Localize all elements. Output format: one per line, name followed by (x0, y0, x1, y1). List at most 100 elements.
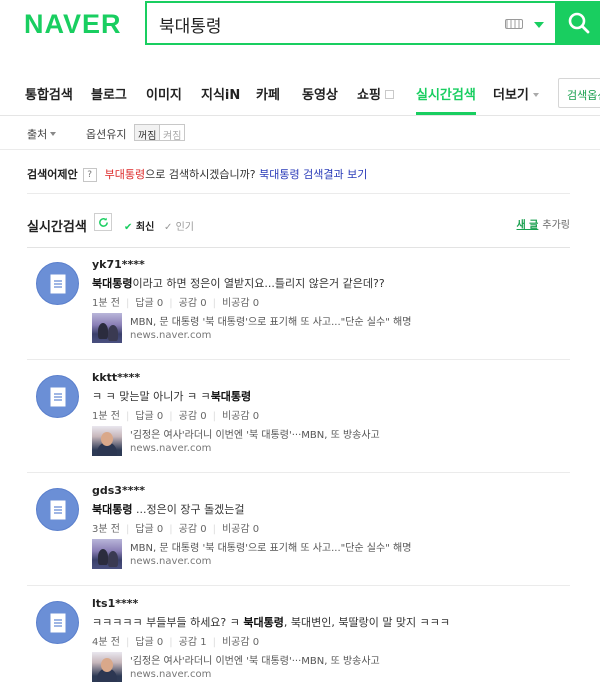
realtime-title: 실시간검색 (27, 220, 87, 235)
reply-count[interactable]: 답글 0 (135, 411, 163, 422)
post-text: 북대통령이라고 하면 정은이 열받지요...틀리지 않은거 같은데?? (92, 275, 385, 291)
tab-more-label: 더보기 (493, 88, 529, 103)
search-button[interactable] (557, 1, 600, 45)
divider (27, 472, 570, 473)
search-box[interactable] (145, 1, 557, 45)
post-text: ㅋ ㅋ 맞는말 아니가 ㅋ ㅋ북대통령 (92, 388, 251, 404)
keep-options-label: 옵션유지 (86, 128, 127, 141)
post-user[interactable]: lts1**** (92, 597, 138, 610)
hide-link[interactable]: 추가링 (542, 220, 570, 231)
avatar[interactable] (36, 375, 79, 418)
sort-latest-label: 최신 (135, 222, 155, 233)
tab-images[interactable]: 이미지 (146, 84, 182, 103)
news-thumbnail[interactable] (92, 313, 122, 343)
chevron-down-icon (50, 132, 57, 136)
news-thumbnail[interactable] (92, 652, 122, 682)
dislike-count[interactable]: 비공감 0 (222, 524, 259, 535)
tab-shopping[interactable]: 쇼핑 (357, 84, 394, 103)
news-source[interactable]: news.naver.com (130, 330, 211, 341)
tab-video[interactable]: 동영상 (302, 84, 338, 103)
news-source[interactable]: news.naver.com (130, 669, 211, 680)
post-time: 3분 전 (92, 524, 120, 535)
tab-kin[interactable]: 지식iN (201, 84, 240, 103)
post-text-rest: ...정은이 장구 돌겠는걸 (132, 503, 245, 516)
source-filter[interactable]: 출처 (27, 126, 57, 142)
sort-popular-label: 인기 (175, 222, 194, 233)
help-icon[interactable]: ? (82, 168, 97, 182)
post-text: ㅋㅋㅋㅋㅋ 부들부들 하세요? ㅋ 북대통령, 북대변인, 북딸랑이 말 맞지 … (92, 614, 450, 630)
keep-options-on-toggle[interactable]: 켜짐 (160, 124, 186, 142)
tab-more[interactable]: 더보기 (493, 84, 539, 103)
suggestion-label: 검색어제안 (27, 168, 78, 181)
news-source[interactable]: news.naver.com (130, 443, 211, 454)
reply-count[interactable]: 답글 0 (135, 524, 163, 535)
options-bar: 출처 옵션유지 꺼짐 켜짐 (0, 116, 600, 150)
check-icon: ✓ (164, 222, 173, 233)
active-tab-indicator (416, 112, 476, 115)
like-count[interactable]: 공감 0 (179, 298, 207, 309)
tab-all[interactable]: 통합검색 (25, 84, 73, 103)
sort-latest[interactable]: ✔ 최신 (124, 218, 154, 233)
post-time: 4분 전 (92, 637, 120, 648)
meta-divider: | (169, 637, 173, 648)
original-results-link[interactable]: 검색결과 보기 (303, 168, 367, 181)
search-input[interactable] (159, 9, 499, 39)
suggested-term-link[interactable]: 부대통령 (105, 168, 145, 181)
search-options-button[interactable]: 검색옵션 (558, 78, 600, 108)
sort-popular[interactable]: ✓ 인기 (164, 218, 194, 233)
news-title[interactable]: MBN, 문 대통령 '북 대통령'으로 표기해 또 사고..."단순 실수" … (130, 539, 411, 554)
meta-divider: | (169, 524, 173, 535)
post-meta: 4분 전 | 답글 0 | 공감 1 | 비공감 0 (92, 633, 259, 648)
tab-cafe[interactable]: 카페 (256, 84, 280, 103)
reply-count[interactable]: 답글 0 (135, 637, 163, 648)
suggestion-question: 으로 검색하시겠습니까? (145, 168, 256, 181)
dislike-count[interactable]: 비공감 0 (222, 411, 259, 422)
post-user[interactable]: kktt**** (92, 371, 140, 384)
reply-count[interactable]: 답글 0 (135, 298, 163, 309)
note-icon (50, 500, 66, 520)
post-user[interactable]: gds3**** (92, 484, 145, 497)
naver-logo[interactable]: NAVER (24, 9, 122, 40)
post-text-rest: 이라고 하면 정은이 열받지요...틀리지 않은거 같은데?? (132, 277, 385, 290)
post-meta: 3분 전 | 답글 0 | 공감 0 | 비공감 0 (92, 520, 259, 535)
post-user[interactable]: yk71**** (92, 258, 145, 271)
like-count[interactable]: 공감 0 (179, 524, 207, 535)
post-text: 북대통령 ...정은이 장구 돌겠는걸 (92, 501, 245, 517)
post-time: 1분 전 (92, 298, 120, 309)
meta-divider: | (125, 298, 130, 309)
post-keyword: 북대통령 (210, 390, 252, 403)
avatar[interactable] (36, 488, 79, 531)
new-posts-link[interactable]: 새 글 (517, 220, 539, 231)
original-term-link[interactable]: 북대통령 (259, 168, 299, 181)
news-thumbnail[interactable] (92, 539, 122, 569)
dislike-count[interactable]: 비공감 0 (222, 298, 259, 309)
avatar[interactable] (36, 601, 79, 644)
meta-divider: | (125, 524, 130, 535)
like-count[interactable]: 공감 1 (179, 637, 207, 648)
refresh-button[interactable] (94, 213, 112, 231)
keep-options-off-toggle[interactable]: 꺼짐 (134, 124, 161, 142)
check-icon: ✔ (124, 222, 133, 233)
post-time: 1분 전 (92, 411, 120, 422)
realtime-post: kktt**** ㅋ ㅋ 맞는말 아니가 ㅋ ㅋ북대통령 1분 전 | 답글 0 | 공… (0, 365, 600, 473)
news-title[interactable]: MBN, 문 대통령 '북 대통령'으로 표기해 또 사고..."단순 실수" … (130, 313, 411, 328)
chevron-down-icon[interactable] (534, 22, 544, 28)
chevron-down-icon (532, 93, 539, 97)
realtime-post: yk71**** 북대통령이라고 하면 정은이 열받지요...틀리지 않은거 같… (0, 252, 600, 360)
meta-divider: | (212, 637, 216, 648)
realtime-post: gds3**** 북대통령 ...정은이 장구 돌겠는걸 3분 전 | 답글 0 | 공… (0, 478, 600, 586)
news-title[interactable]: '김정은 여사'라더니 이번엔 '북 대통령'···MBN, 또 방송사고 (130, 652, 380, 667)
divider (27, 359, 570, 360)
news-source[interactable]: news.naver.com (130, 556, 211, 567)
tab-blog[interactable]: 블로그 (91, 84, 127, 103)
avatar[interactable] (36, 262, 79, 305)
tab-realtime[interactable]: 실시간검색 (416, 84, 476, 103)
like-count[interactable]: 공감 0 (179, 411, 207, 422)
dislike-count[interactable]: 비공감 0 (222, 637, 259, 648)
meta-divider: | (169, 411, 173, 422)
keyboard-icon[interactable] (505, 19, 523, 29)
meta-divider: | (212, 411, 216, 422)
search-icon (568, 12, 590, 34)
news-thumbnail[interactable] (92, 426, 122, 456)
news-title[interactable]: '김정은 여사'라더니 이번엔 '북 대통령'···MBN, 또 방송사고 (130, 426, 380, 441)
